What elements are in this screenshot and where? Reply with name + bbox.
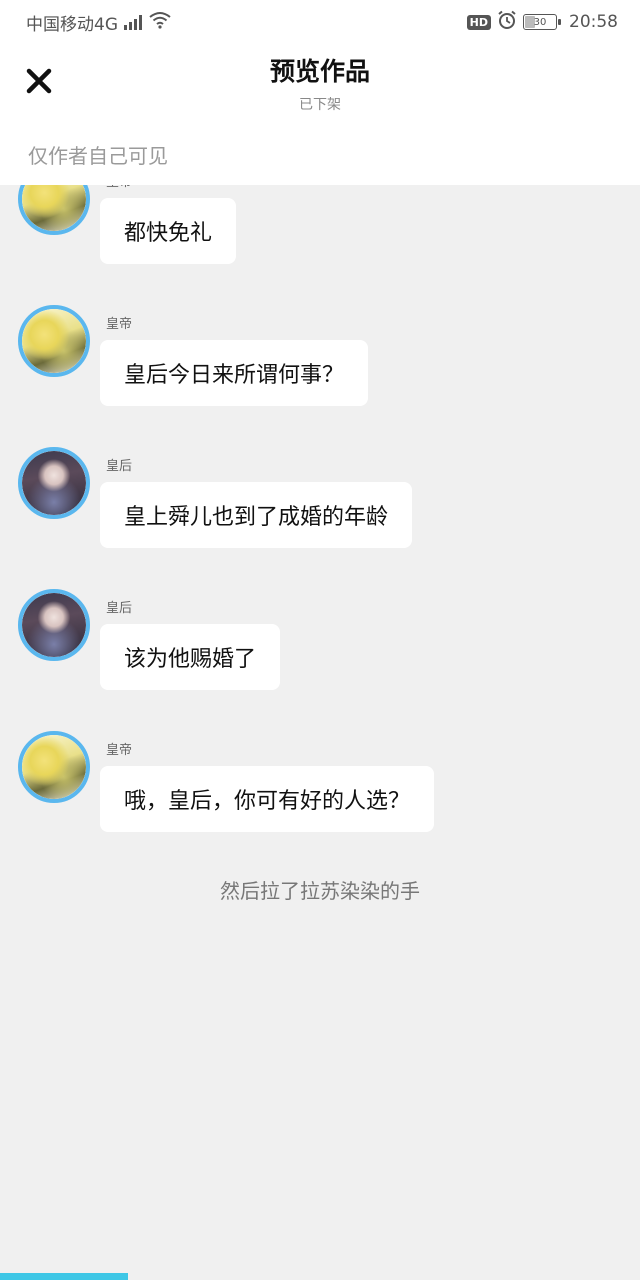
battery-level: 30	[533, 16, 547, 28]
speaker-name: 皇帝	[106, 743, 133, 758]
status-bar-left: 中国移动4G	[26, 10, 172, 35]
header: 预览作品 已下架 仅作者自己可见	[0, 44, 640, 185]
visibility-notice: 仅作者自己可见	[28, 144, 168, 168]
avatar-emperor[interactable]	[18, 305, 90, 377]
avatar-emperor[interactable]	[18, 185, 90, 235]
avatar-empress[interactable]	[18, 589, 90, 661]
battery-icon: 30	[523, 14, 561, 30]
status-subtitle: 已下架	[299, 97, 341, 113]
speaker-name: 皇后	[106, 601, 133, 616]
message-bubble[interactable]: 皇后今日来所谓何事？	[100, 340, 369, 406]
alarm-icon	[497, 10, 517, 35]
speaker-name: 皇帝	[106, 317, 133, 332]
speaker-name: 皇帝	[106, 185, 132, 190]
reading-progress-bar	[0, 1273, 640, 1280]
message-bubble[interactable]: 该为他赐婚了	[100, 624, 281, 690]
wifi-icon	[148, 11, 172, 34]
chat-area[interactable]: 皇帝 都快免礼 皇帝 皇后今日来所谓何事？ 皇后 皇上舜儿也到了成婚的年龄 皇后…	[0, 185, 640, 1265]
message-bubble[interactable]: 哦，皇后，你可有好的人选？	[100, 766, 435, 832]
status-bar: 中国移动4G HD 30 20:58	[0, 0, 640, 44]
clock-time: 20:58	[569, 12, 618, 32]
reading-progress-fill	[0, 1273, 128, 1280]
carrier-label: 中国移动4G	[26, 14, 118, 35]
avatar-emperor[interactable]	[18, 731, 90, 803]
status-bar-right: HD 30 20:58	[466, 10, 618, 35]
message-bubble[interactable]: 皇上舜儿也到了成婚的年龄	[100, 482, 413, 548]
signal-icon	[124, 14, 142, 30]
message-bubble[interactable]: 都快免礼	[100, 198, 237, 264]
avatar-empress[interactable]	[18, 447, 90, 519]
page-title: 预览作品	[269, 57, 370, 86]
narration-text: 然后拉了拉苏染染的手	[220, 879, 420, 903]
hd-badge: HD	[466, 14, 491, 30]
speaker-name: 皇后	[106, 459, 133, 474]
